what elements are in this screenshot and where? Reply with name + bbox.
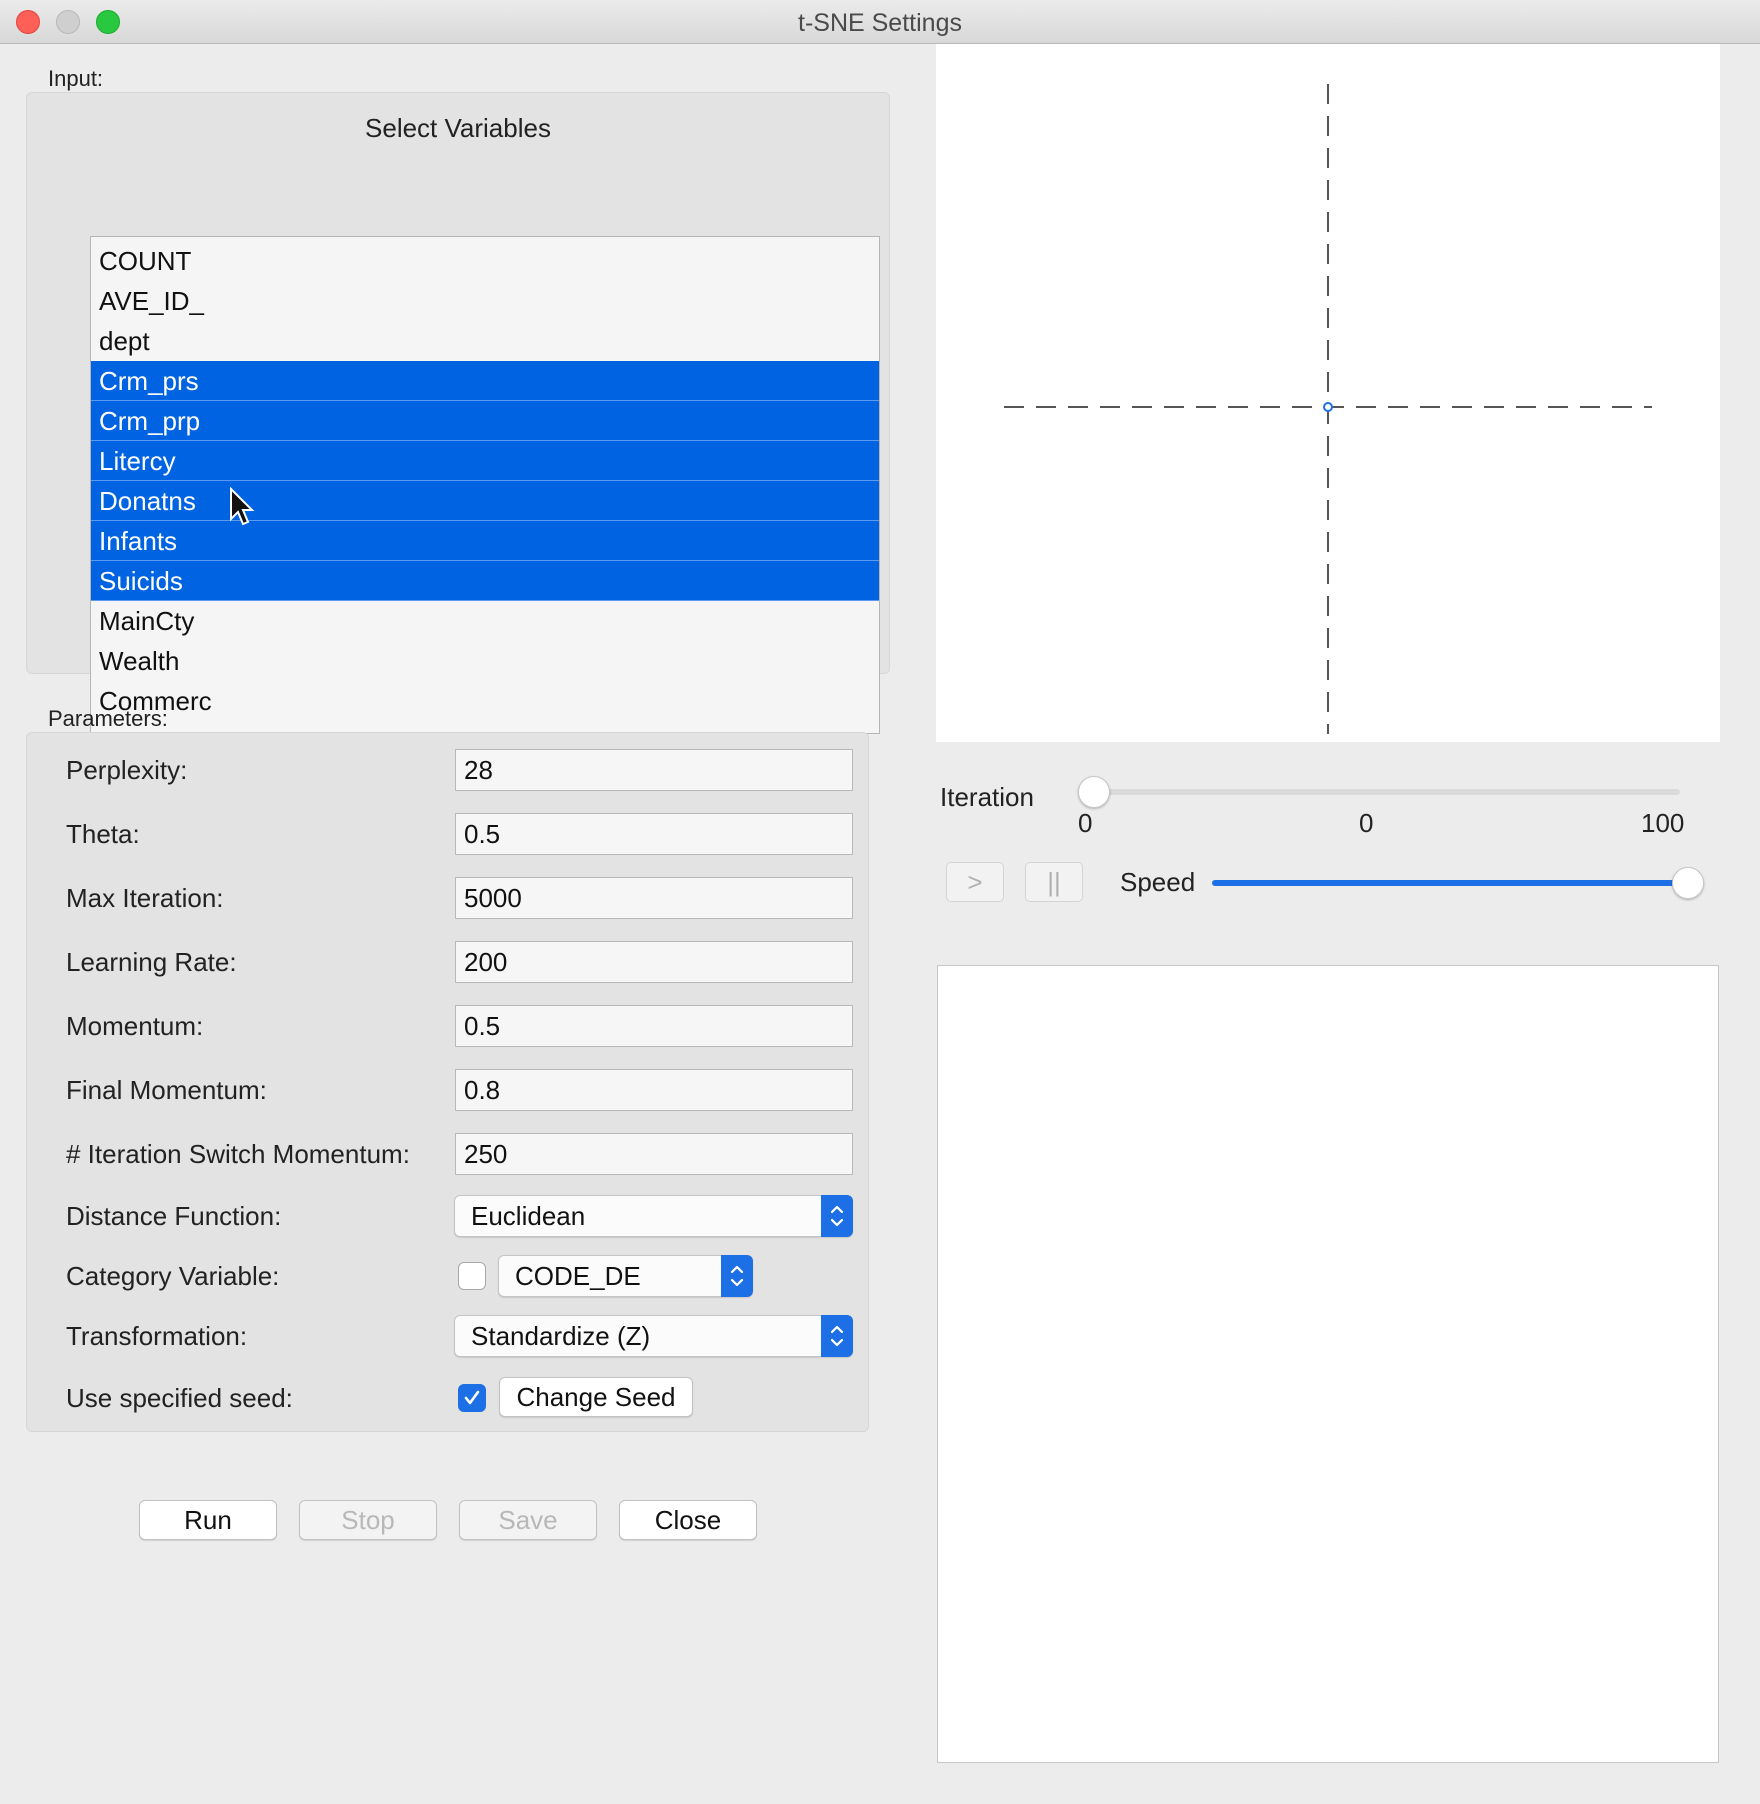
distance-function-select[interactable]: Euclidean [454,1195,853,1237]
category-variable-select[interactable]: CODE_DE [498,1255,753,1297]
select-variables-group: Select Variables COUNT AVE_ID_ dept Crm_prs… [26,92,890,734]
momentum-label: Momentum: [66,1011,204,1041]
theta-label: Theta: [66,819,140,849]
transformation-row: Transformation: Standardize (Z) [66,1315,866,1357]
run-button[interactable]: Run [139,1500,277,1540]
output-panel [937,965,1719,1763]
category-variable-row: Category Variable: CODE_DE [66,1255,866,1297]
distance-function-value: Euclidean [471,1201,586,1231]
final-momentum-row: Final Momentum: [66,1069,866,1111]
window-title: t-SNE Settings [798,9,962,37]
speed-slider-fill [1212,880,1688,886]
momentum-input[interactable] [455,1005,853,1047]
seed-label: Use specified seed: [66,1383,293,1413]
learning-rate-row: Learning Rate: [66,941,866,983]
transformation-label: Transformation: [66,1321,248,1351]
chevron-up-down-icon [821,1315,853,1357]
chevron-up-down-icon [721,1255,753,1297]
list-item-variable[interactable]: Crm_prs [91,361,879,401]
list-item-variable[interactable]: dept [91,321,879,361]
max-iteration-label: Max Iteration: [66,883,224,913]
category-variable-label: Category Variable: [66,1261,280,1291]
iteration-max-label: 100 [1641,808,1685,838]
iteration-min-label: 0 [1078,808,1093,838]
learning-rate-label: Learning Rate: [66,947,237,977]
iteration-slider-knob[interactable] [1078,776,1110,808]
transformation-select[interactable]: Standardize (Z) [454,1315,853,1357]
list-item-variable[interactable]: Crm_prp [91,401,879,441]
perplexity-input[interactable] [455,749,853,791]
stop-button[interactable]: Stop [299,1500,437,1540]
seed-checkbox[interactable] [458,1384,486,1412]
switch-momentum-input[interactable] [455,1133,853,1175]
list-item-variable[interactable]: MainCty [91,601,879,641]
switch-momentum-row: # Iteration Switch Momentum: [66,1133,866,1175]
theta-row: Theta: [66,813,866,855]
final-momentum-input[interactable] [455,1069,853,1111]
distance-function-row: Distance Function: Euclidean [66,1195,866,1237]
learning-rate-input[interactable] [455,941,853,983]
iteration-slider-track[interactable] [1080,789,1680,795]
momentum-row: Momentum: [66,1005,866,1047]
select-variables-title: Select Variables [365,113,551,143]
perplexity-row: Perplexity: [66,749,866,791]
pause-button[interactable]: || [1025,862,1083,902]
speed-label: Speed [1120,867,1196,897]
list-item-variable[interactable]: Litercy [91,441,879,481]
mouse-cursor-icon [230,487,255,526]
distance-function-label: Distance Function: [66,1201,282,1231]
chevron-up-down-icon [821,1195,853,1237]
list-item-variable[interactable]: Suicids [91,561,879,601]
play-button[interactable]: > [946,862,1004,902]
plot-axes [1004,84,1652,734]
list-item-variable[interactable]: Infants [91,521,879,561]
category-variable-value: CODE_DE [515,1261,641,1291]
max-iteration-input[interactable] [455,877,853,919]
speed-slider-track[interactable] [1212,880,1688,886]
variables-list[interactable]: COUNT AVE_ID_ dept Crm_prs Crm_prp Litercy Don… [90,236,880,734]
list-item-variable[interactable]: Commerc [91,681,879,721]
input-section-label: Input: [48,66,104,91]
switch-momentum-label: # Iteration Switch Momentum: [66,1139,410,1169]
iteration-current-label: 0 [1359,808,1374,838]
tsne-plot-area [936,44,1720,742]
list-item-variable[interactable]: AVE_ID_ [91,281,879,321]
list-item-variable[interactable]: COUNT [91,241,879,281]
close-button[interactable]: Close [619,1500,757,1540]
list-item-variable[interactable]: Donatns [91,481,879,521]
category-variable-checkbox[interactable] [458,1262,486,1290]
theta-input[interactable] [455,813,853,855]
final-momentum-label: Final Momentum: [66,1075,267,1105]
max-iteration-row: Max Iteration: [66,877,866,919]
iteration-label: Iteration [940,782,1034,812]
seed-row: Use specified seed: Change Seed [66,1377,866,1419]
speed-slider-knob[interactable] [1672,867,1704,899]
change-seed-button[interactable]: Change Seed [499,1377,693,1417]
transformation-value: Standardize (Z) [471,1321,651,1351]
parameters-section-label: Parameters: [48,706,168,731]
save-button[interactable]: Save [459,1500,597,1540]
perplexity-label: Perplexity: [66,755,188,785]
list-item-variable[interactable]: Wealth [91,641,879,681]
title-bar: t-SNE Settings [0,0,1760,44]
checkmark-icon [464,1390,480,1405]
